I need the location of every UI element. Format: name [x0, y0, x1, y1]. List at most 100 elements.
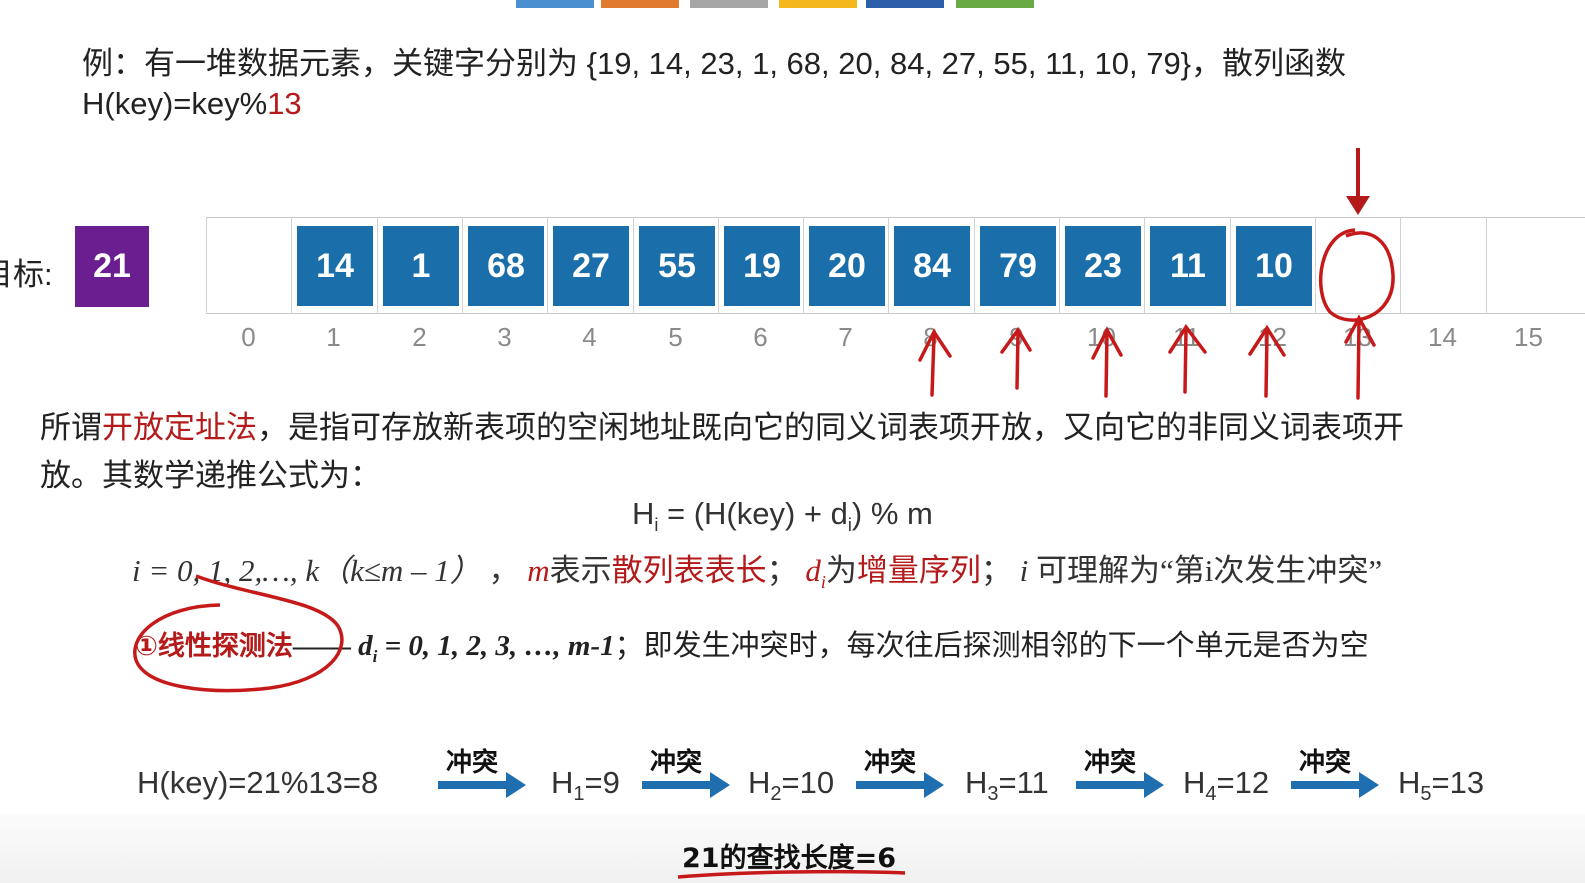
- probe-val: =12: [1216, 765, 1270, 800]
- d-desc-b: 增量序列: [856, 553, 981, 588]
- linear-formula: = 0, 1, 2, 3, …, m-1: [377, 630, 615, 662]
- right-arrow-icon: [1076, 772, 1164, 798]
- top-tab-4[interactable]: [779, 0, 857, 8]
- right-arrow-icon: [642, 772, 730, 798]
- slot-index-11: 11: [1173, 322, 1200, 352]
- probe-h: H: [1183, 765, 1206, 800]
- sep-3: ；: [980, 553, 1012, 588]
- example-line-2: H(key)=key%13: [82, 86, 302, 122]
- table-slot-15: [1486, 217, 1571, 314]
- slot-index-14: 14: [1428, 322, 1457, 352]
- i-symbol: i: [1019, 553, 1029, 588]
- slot-index-8: 8: [923, 322, 938, 352]
- target-label: 目标:: [0, 257, 53, 292]
- slot-index-13: 13: [1343, 322, 1372, 352]
- definition-prefix: 所谓: [40, 410, 102, 445]
- slot-value-3: 68: [468, 226, 544, 306]
- probe-h: H: [551, 765, 574, 800]
- probe-val: =11: [998, 765, 1049, 800]
- d-desc-a: 为: [825, 553, 857, 588]
- table-slot-0: [206, 217, 291, 314]
- probe-step-2: H2=10: [748, 765, 834, 806]
- formula-end: ) % m: [851, 496, 933, 531]
- slot-index-0: 0: [241, 322, 256, 352]
- slot-value-10: 23: [1065, 226, 1141, 306]
- top-tab-3[interactable]: [690, 0, 768, 8]
- slot-value-1: 14: [297, 226, 373, 306]
- definition-line-2: 放。其数学递推公式为：: [40, 458, 381, 493]
- slot-index-6: 6: [753, 322, 768, 352]
- example-line-1: 例：有一堆数据元素，关键字分别为 {19, 14, 23, 1, 68, 20,…: [82, 46, 1347, 81]
- sep-1: ，: [488, 553, 520, 588]
- right-arrow-icon: [438, 772, 526, 798]
- slot-index-7: 7: [838, 322, 853, 352]
- slot-value-2: 1: [383, 226, 459, 306]
- probe-step-1: H1=9: [551, 765, 620, 806]
- variables-explanation: i = 0, 1, 2,…, k（k≤m – 1） ， m表示散列表表长； di…: [132, 545, 1382, 593]
- probe-val: =10: [781, 765, 835, 800]
- probe-h: H: [748, 765, 771, 800]
- d-symbol: d: [805, 553, 821, 588]
- probe-sub: 5: [1420, 783, 1432, 806]
- m-symbol: m: [527, 553, 550, 588]
- slot-index-12: 12: [1258, 322, 1287, 352]
- linear-d: d: [358, 630, 373, 662]
- slot-index-5: 5: [668, 322, 683, 352]
- slot-value-8: 84: [894, 226, 970, 306]
- linear-probing-line: ①线性探测法—— di = 0, 1, 2, 3, …, m-1；即发生冲突时，…: [135, 622, 1369, 667]
- slot-value-9: 79: [980, 226, 1056, 306]
- top-tab-5[interactable]: [866, 0, 944, 8]
- table-slot-14: [1400, 217, 1485, 314]
- linear-desc: ；即发生冲突时，每次往后探测相邻的下一个单元是否为空: [614, 630, 1369, 662]
- slot-index-9: 9: [1009, 322, 1024, 352]
- probe-step-3: H3=11: [965, 765, 1049, 806]
- down-arrow-head-icon: [1346, 196, 1370, 215]
- formula-middle: = (H(key) + d: [658, 496, 848, 531]
- slot-value-4: 27: [553, 226, 629, 306]
- slot-index-15: 15: [1514, 322, 1543, 352]
- right-arrow-icon: [1291, 772, 1379, 798]
- linear-probing-title: ①线性探测法: [135, 631, 293, 662]
- probe-sub: 1: [573, 783, 585, 806]
- i-desc: 可理解为“第i次发生冲突”: [1028, 553, 1383, 588]
- probe-h: H: [965, 765, 988, 800]
- slot-value-5: 55: [639, 226, 715, 306]
- table-slot-13: [1315, 217, 1400, 314]
- probe-step-5: H5=13: [1398, 765, 1484, 806]
- slot-value-7: 20: [809, 226, 885, 306]
- probe-sub: 4: [1205, 783, 1217, 806]
- slot-value-11: 11: [1150, 226, 1226, 306]
- slot-value-6: 19: [724, 226, 800, 306]
- open-addressing-term: 开放定址法: [102, 410, 257, 445]
- m-desc-a: 表示: [549, 553, 612, 588]
- right-arrow-icon: [856, 772, 944, 798]
- slot-index-3: 3: [497, 322, 512, 352]
- i-range: i = 0, 1, 2,…, k（k≤m – 1）: [132, 553, 481, 588]
- search-length-label: 21的查找长度=6: [682, 843, 896, 874]
- probe-step-4: H4=12: [1183, 765, 1269, 806]
- slot-index-10: 10: [1087, 322, 1116, 352]
- hash-mod-value: 13: [267, 86, 302, 121]
- definition-line-1: 所谓开放定址法，是指可存放新表项的空闲地址既向它的同义词表项开放，又向它的非同义…: [40, 402, 1404, 447]
- linear-dash: ——: [292, 630, 351, 662]
- sep-2: ；: [766, 553, 798, 588]
- hash-function-text: H(key)=key%: [82, 86, 268, 121]
- m-desc-b: 散列表表长: [611, 553, 767, 588]
- probe-sub: 3: [987, 783, 999, 806]
- probe-val: =13: [1431, 765, 1485, 800]
- slot-index-1: 1: [326, 322, 341, 352]
- target-value-box: 21: [75, 226, 149, 307]
- slot-index-4: 4: [582, 322, 597, 352]
- top-tab-2[interactable]: [601, 0, 679, 8]
- definition-body: ，是指可存放新表项的空闲地址既向它的同义词表项开放，又向它的非同义词表项开: [257, 410, 1404, 445]
- recurrence-formula: Hi = (H(key) + di) % m: [632, 496, 933, 536]
- probe-val: =9: [584, 765, 620, 800]
- probe-h: H: [1398, 765, 1421, 800]
- probe-start: H(key)=21%13=8: [137, 765, 379, 800]
- slot-value-12: 10: [1236, 226, 1312, 306]
- slot-index-2: 2: [412, 322, 427, 352]
- top-tab-6[interactable]: [956, 0, 1034, 8]
- top-tab-1[interactable]: [516, 0, 594, 8]
- formula-h: H: [632, 496, 655, 531]
- probe-sub: 2: [770, 783, 782, 806]
